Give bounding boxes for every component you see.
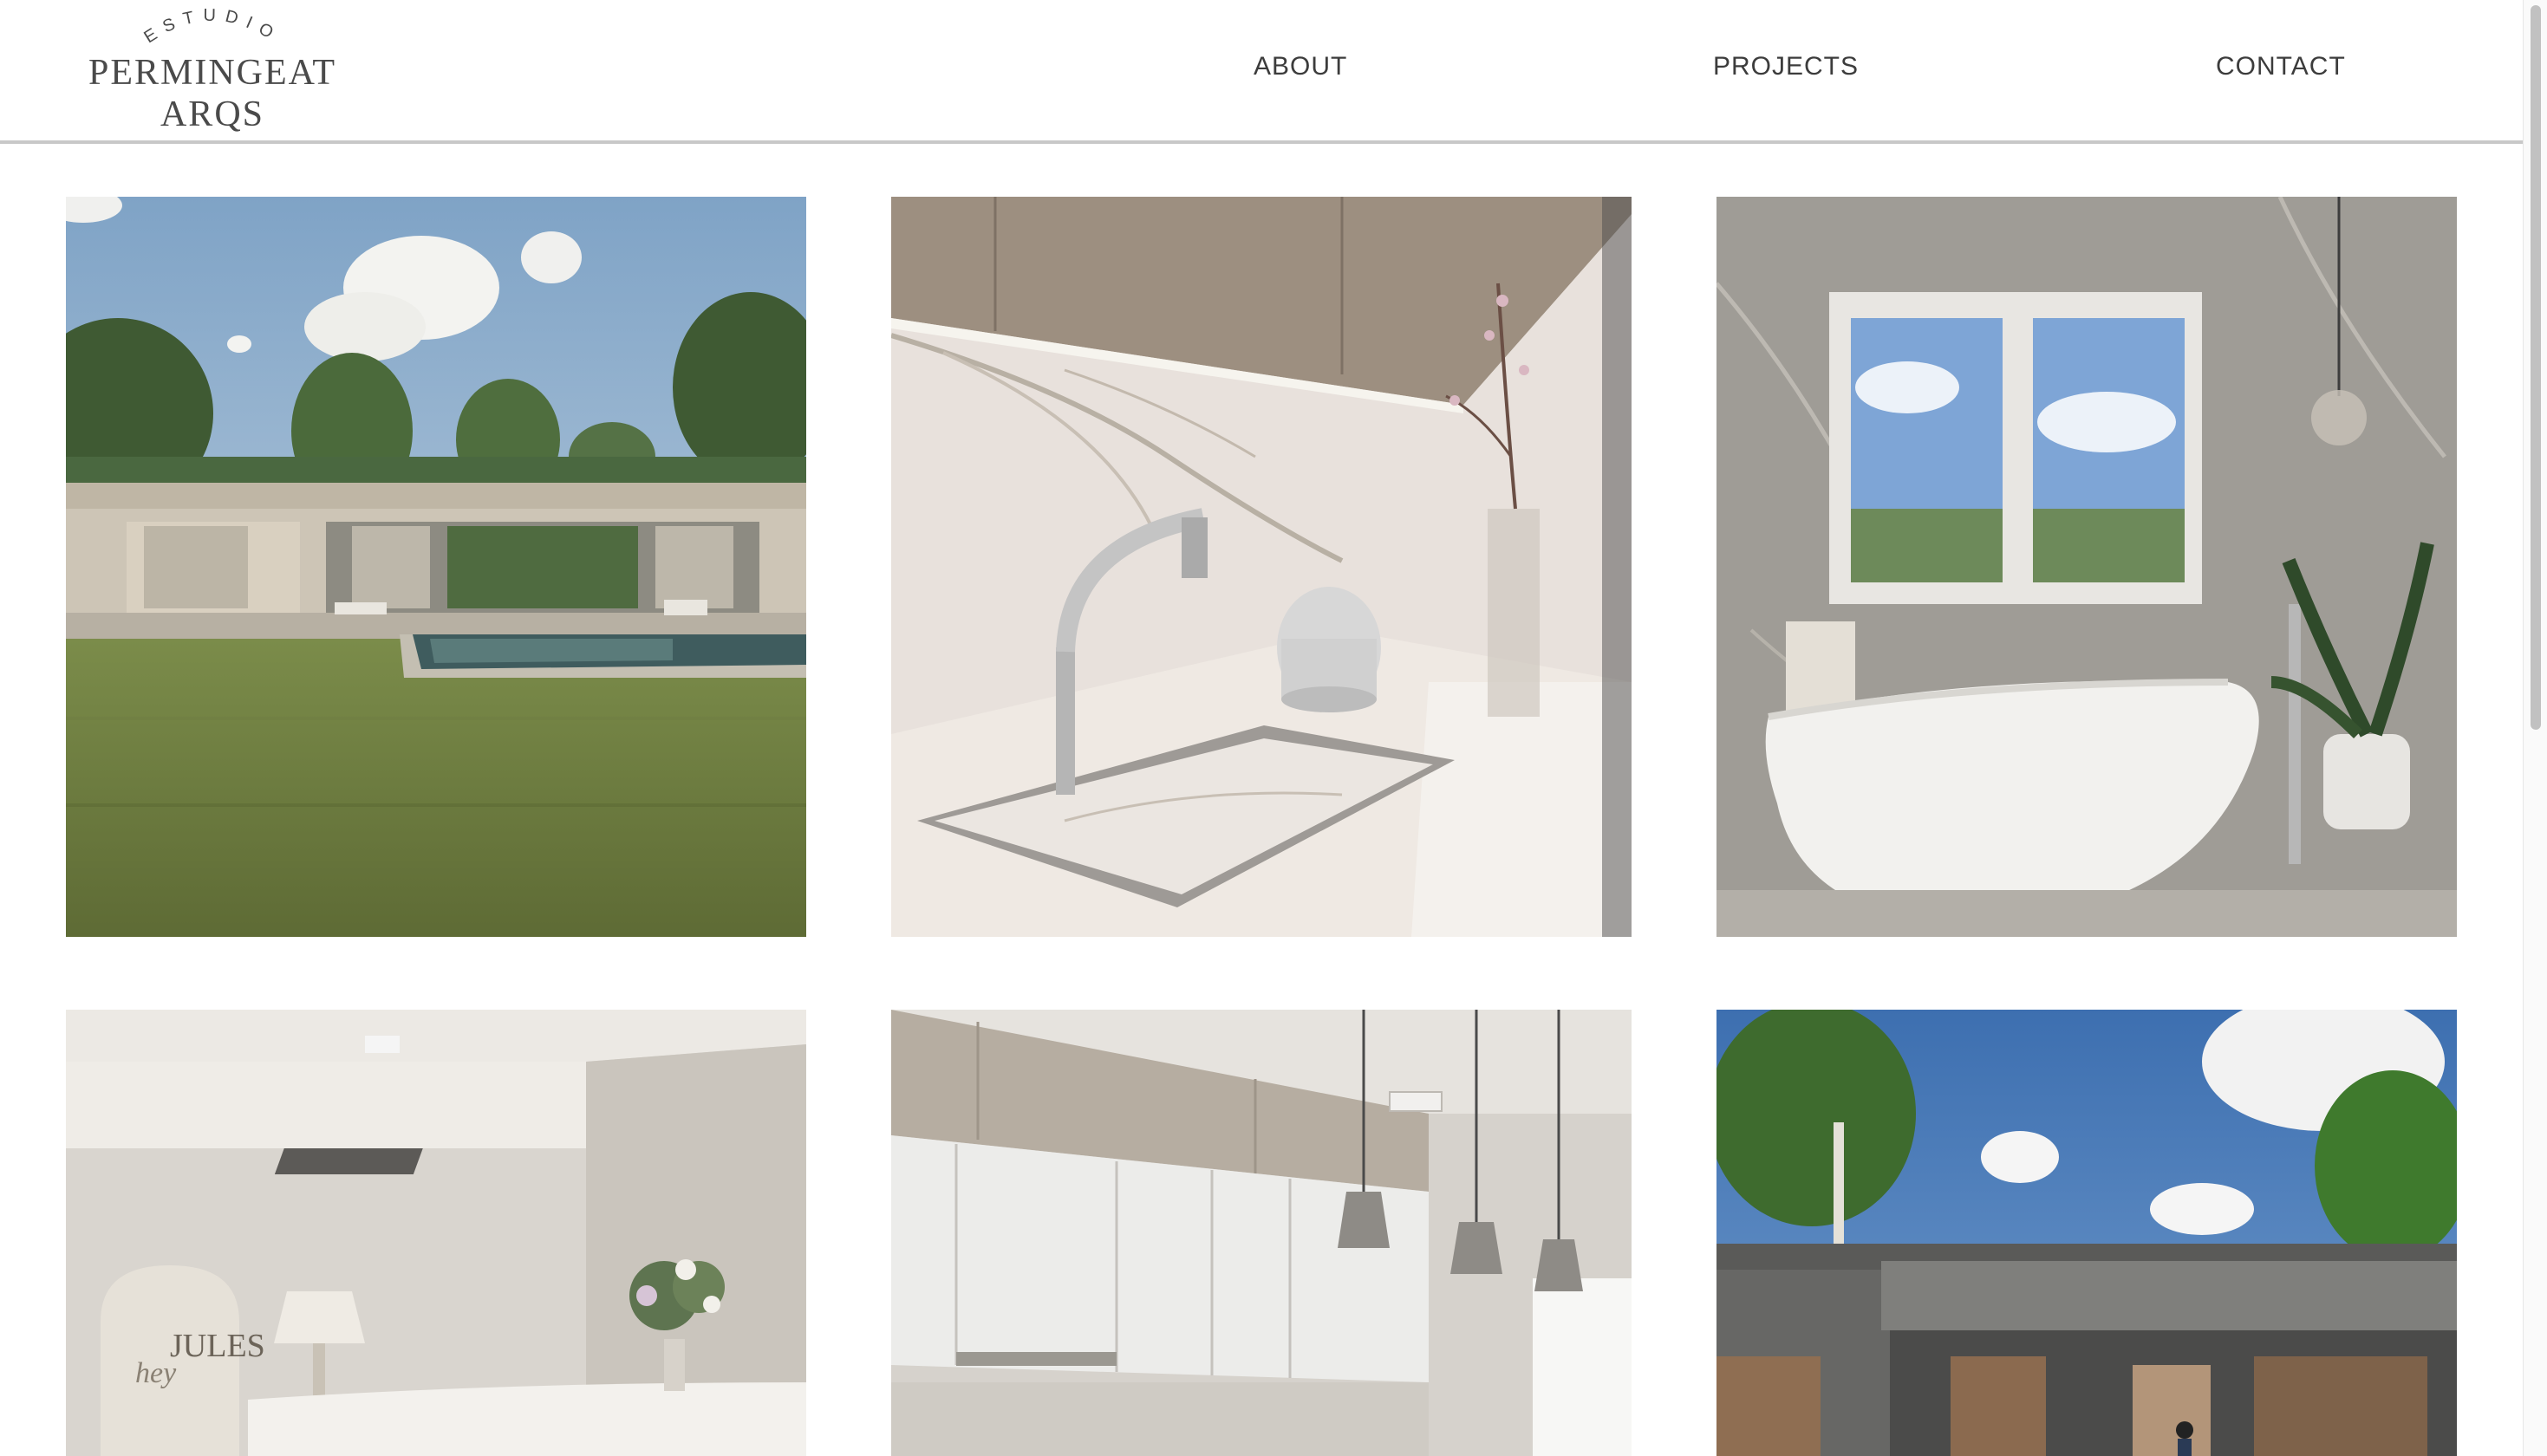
project-tile-kitchen-pendants[interactable] bbox=[891, 1010, 1632, 1456]
nav-link-contact[interactable]: CONTACT bbox=[2216, 52, 2346, 81]
project-tile-reception[interactable]: hey JULES bbox=[66, 1010, 806, 1456]
svg-text:ESTUDIO: ESTUDIO bbox=[140, 6, 283, 48]
logo-name-line1: PERMINGEAT bbox=[88, 53, 336, 93]
logo-name-line2: ARQS bbox=[160, 94, 265, 134]
project-tile-bathroom[interactable] bbox=[1716, 197, 2457, 937]
scrollbar-thumb[interactable] bbox=[2531, 5, 2541, 730]
project-image-facade bbox=[1716, 1010, 2457, 1456]
project-tile-facade[interactable] bbox=[1716, 1010, 2457, 1456]
project-image-bathroom bbox=[1716, 197, 2457, 937]
project-tile-house-pool[interactable] bbox=[66, 197, 806, 937]
reception-sign-name: JULES bbox=[170, 1328, 265, 1364]
project-image-house-pool bbox=[66, 197, 806, 937]
logo-wordmark: PERMINGEAT ARQS bbox=[52, 52, 373, 135]
page: ESTUDIO PERMINGEAT ARQS ABOUT PROJECTS C… bbox=[0, 0, 2547, 1456]
site-logo[interactable]: ESTUDIO PERMINGEAT ARQS bbox=[52, 5, 373, 135]
nav-link-about[interactable]: ABOUT bbox=[1254, 52, 1347, 81]
page-scrollbar[interactable] bbox=[2523, 0, 2547, 1456]
project-image-reception: hey JULES bbox=[66, 1010, 806, 1456]
logo-tagline: ESTUDIO bbox=[140, 6, 275, 48]
site-header: ESTUDIO PERMINGEAT ARQS ABOUT PROJECTS C… bbox=[0, 0, 2523, 144]
project-tile-kitchen-sink[interactable] bbox=[891, 197, 1632, 937]
logo-arc-text: ESTUDIO bbox=[140, 6, 283, 48]
nav-link-projects[interactable]: PROJECTS bbox=[1713, 52, 1859, 81]
project-image-kitchen-sink bbox=[891, 197, 1632, 937]
project-image-kitchen-pendants bbox=[891, 1010, 1632, 1456]
